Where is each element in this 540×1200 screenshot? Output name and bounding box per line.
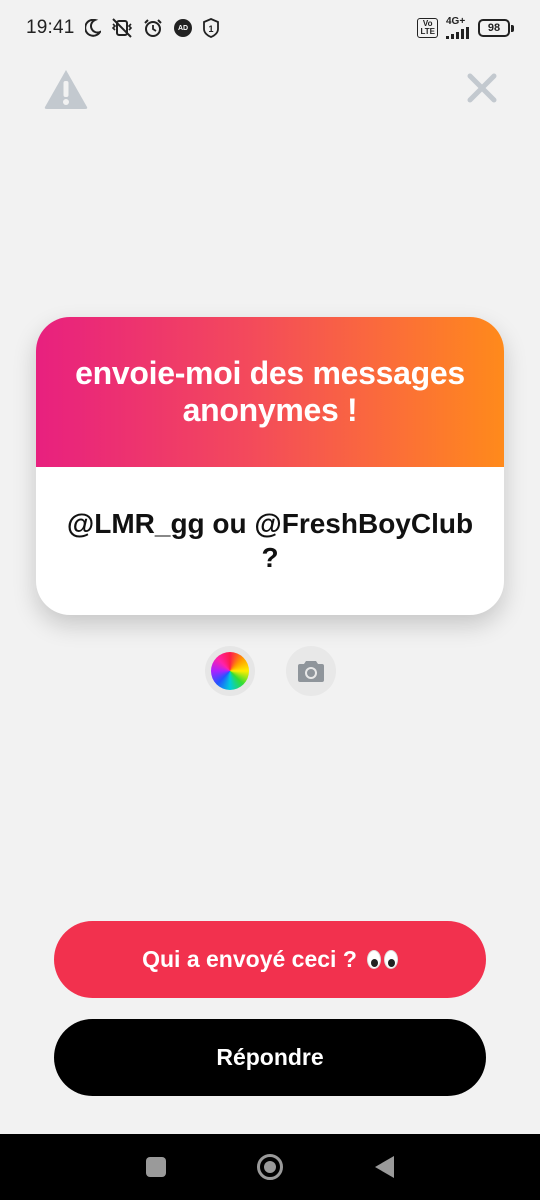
status-time: 19:41: [26, 17, 75, 38]
svg-text:1: 1: [208, 24, 213, 34]
vibrate-off-icon: [111, 18, 133, 38]
camera-button[interactable]: [286, 646, 336, 696]
card-question: @LMR_gg ou @FreshBoyClub ?: [66, 508, 474, 573]
status-right: Vo LTE 4G+ 98: [417, 17, 514, 39]
status-left: 19:41 AD 1: [26, 17, 219, 39]
message-card: envoie-moi des messages anonymes ! @LMR_…: [36, 317, 504, 615]
battery-level: 98: [478, 19, 510, 37]
reply-label: Répondre: [216, 1044, 324, 1070]
who-sent-button[interactable]: Qui a envoyé ceci ?: [54, 921, 486, 998]
color-wheel-icon: [211, 652, 249, 690]
signal-icon: 4G+: [446, 17, 470, 39]
reply-button[interactable]: Répondre: [54, 1019, 486, 1096]
recents-icon[interactable]: [145, 1157, 166, 1177]
battery-icon: 98: [478, 19, 514, 37]
close-button[interactable]: [464, 70, 500, 106]
svg-text:AD: AD: [177, 25, 187, 32]
eyes-emoji-icon: [366, 950, 398, 969]
report-button[interactable]: [44, 68, 88, 110]
alarm-icon: [143, 18, 163, 38]
ad-icon: AD: [173, 18, 193, 38]
card-title: envoie-moi des messages anonymes !: [75, 355, 465, 428]
camera-icon: [298, 661, 324, 682]
moon-icon: [84, 19, 101, 37]
volte-icon: Vo LTE: [417, 18, 438, 38]
back-icon[interactable]: [375, 1156, 395, 1178]
warning-icon: [44, 70, 88, 109]
status-bar: 19:41 AD 1 Vo LTE 4G+ 98: [0, 0, 540, 56]
home-icon[interactable]: [257, 1154, 284, 1180]
network-label: 4G+: [446, 16, 466, 27]
navigation-bar: [0, 1134, 540, 1200]
who-sent-label: Qui a envoyé ceci ?: [142, 946, 357, 972]
card-header: envoie-moi des messages anonymes !: [36, 317, 504, 467]
close-icon: [467, 73, 497, 103]
sim-1-icon: 1: [202, 18, 219, 38]
card-body: @LMR_gg ou @FreshBoyClub ?: [36, 467, 504, 615]
color-picker-button[interactable]: [205, 646, 255, 696]
